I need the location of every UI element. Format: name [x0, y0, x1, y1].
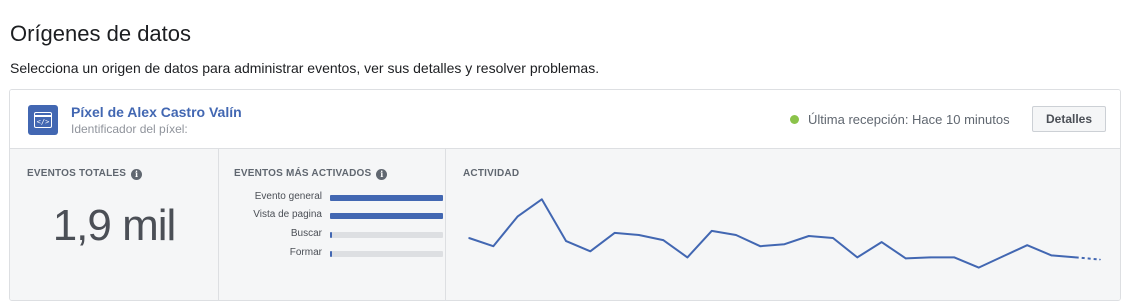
top-events-label-text: EVENTOS MÁS ACTIVADOS: [234, 168, 372, 179]
top-event-bar-fill: [330, 232, 333, 238]
top-event-name: Formar: [289, 247, 322, 258]
activity-data-point: [880, 241, 883, 243]
activity-data-point: [638, 234, 640, 236]
activity-data-point: [977, 266, 980, 269]
activity-data-point: [953, 256, 956, 259]
card-header: </> Píxel de Alex Castro Valín Identific…: [10, 90, 1120, 149]
data-source-card: </> Píxel de Alex Castro Valín Identific…: [9, 89, 1121, 301]
page-subtitle: Selecciona un origen de datos para admin…: [10, 60, 600, 76]
total-events-value: 1,9 mil: [52, 201, 177, 250]
top-event-bar-fill: [330, 251, 333, 257]
activity-data-point: [541, 198, 543, 201]
activity-data-point: [808, 235, 810, 237]
activity-data-point: [1099, 258, 1101, 261]
top-event-bar-track: [330, 213, 443, 219]
total-events-label: EVENTOS TOTALES i: [27, 168, 143, 180]
page-title: Orígenes de datos: [10, 21, 192, 46]
activity-data-point: [1050, 254, 1053, 257]
top-event-row[interactable]: Formar: [219, 247, 446, 261]
status-dot-icon: [790, 115, 799, 124]
activity-series-projection: [1075, 256, 1101, 261]
activity-series-line: [468, 198, 1076, 269]
top-event-row[interactable]: Evento general: [219, 191, 446, 205]
pixel-name-link[interactable]: Píxel de Alex Castro Valín: [71, 104, 242, 120]
activity-data-point: [613, 232, 616, 234]
top-event-bar-fill: [330, 213, 443, 219]
pixel-id-label: Identificador del píxel:: [71, 122, 188, 136]
activity-data-point: [856, 256, 859, 259]
activity-data-point: [468, 237, 470, 239]
top-event-name: Evento general: [254, 191, 322, 202]
top-events-label: EVENTOS MÁS ACTIVADOS i: [234, 168, 388, 180]
info-icon[interactable]: i: [131, 169, 143, 180]
code-brackets-icon: </>: [36, 118, 50, 126]
info-icon[interactable]: i: [376, 169, 388, 180]
top-event-name: Buscar: [290, 228, 322, 239]
activity-panel: ACTIVIDAD: [446, 149, 1120, 300]
activity-data-point: [1002, 255, 1004, 258]
activity-data-point: [832, 237, 834, 239]
activity-data-point: [1026, 244, 1028, 246]
pixel-code-icon: </>: [28, 105, 58, 135]
activity-data-point: [735, 234, 737, 236]
activity-data-point: [1074, 256, 1077, 259]
activity-data-point: [783, 243, 786, 245]
activity-data-point: [759, 245, 761, 247]
top-event-bar-fill: [330, 195, 443, 201]
activity-data-point: [662, 239, 664, 241]
activity-line-chart: [468, 198, 1101, 269]
activity-data-point: [492, 245, 495, 247]
total-events-label-text: EVENTOS TOTALES: [27, 168, 127, 179]
last-received-status: Última recepción: Hace 10 minutos: [808, 112, 1010, 127]
top-events-panel: EVENTOS MÁS ACTIVADOS i Evento general Vi…: [219, 149, 446, 300]
activity-data-point: [686, 256, 689, 259]
activity-data-point: [565, 240, 567, 242]
top-event-bar-track: [330, 232, 443, 238]
stats-section: EVENTOS TOTALES i 1,9 mil EVENTOS MÁS ACT…: [10, 149, 1120, 300]
total-events-panel: EVENTOS TOTALES i 1,9 mil: [10, 149, 219, 300]
top-event-bar-track: [330, 251, 443, 257]
details-button[interactable]: Detalles: [1032, 106, 1106, 132]
activity-data-point: [929, 256, 931, 259]
top-event-row[interactable]: Buscar: [219, 228, 446, 242]
activity-data-point: [710, 230, 713, 232]
activity-data-point: [589, 250, 592, 253]
activity-data-point: [516, 215, 519, 218]
top-event-name: Vista de pagina: [253, 209, 322, 220]
top-event-bar-track: [330, 195, 443, 201]
top-event-row[interactable]: Vista de pagina: [219, 209, 446, 223]
activity-data-point: [905, 257, 907, 260]
